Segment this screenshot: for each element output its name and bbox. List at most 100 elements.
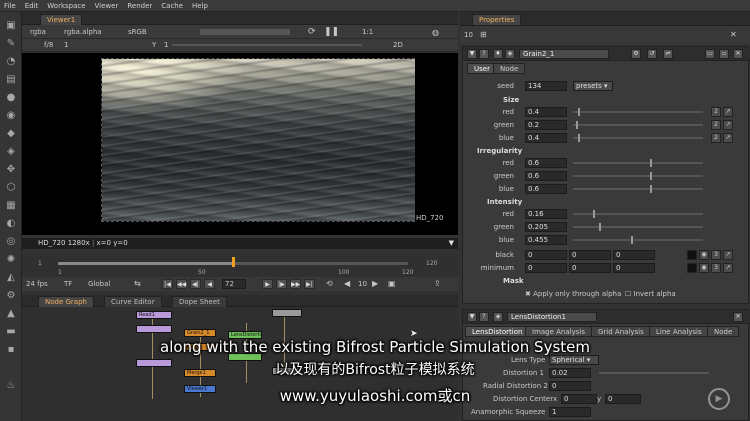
- minimum-r[interactable]: 0: [525, 263, 567, 273]
- size-red-anim-icon[interactable]: ↗: [723, 107, 733, 117]
- ocula-icon[interactable]: ▬: [4, 324, 18, 338]
- export-icon[interactable]: ⇪: [434, 279, 441, 288]
- minimum-channels[interactable]: 3: [711, 263, 721, 273]
- panel-min-icon[interactable]: ▫: [719, 49, 729, 59]
- in-out-icon[interactable]: ⇆: [134, 279, 141, 288]
- zoom-select[interactable]: 1:1: [362, 28, 373, 36]
- color-icon[interactable]: ●: [4, 90, 18, 104]
- 3d-icon[interactable]: ⬡: [4, 180, 18, 194]
- viewer-gain-slider[interactable]: [200, 29, 290, 35]
- lock-icon[interactable]: ◍: [432, 28, 439, 37]
- info-dropdown-icon[interactable]: ▼: [449, 238, 454, 249]
- panel-help-icon[interactable]: ?: [479, 49, 489, 59]
- tab-lens-distortion[interactable]: LensDistortion: [465, 326, 530, 337]
- intensity-green-slider-thumb[interactable]: [599, 223, 601, 231]
- irregularity-green-slider-thumb[interactable]: [650, 172, 652, 180]
- particles-icon[interactable]: ✺: [4, 252, 18, 266]
- deep-icon[interactable]: ◐: [4, 216, 18, 230]
- minimum-swatch[interactable]: [687, 263, 697, 273]
- lens-node-icon[interactable]: ◈: [493, 312, 503, 322]
- menu-viewer[interactable]: Viewer: [95, 2, 119, 10]
- colorspace-select[interactable]: sRGB: [128, 28, 147, 36]
- fps-field[interactable]: 24 fps: [26, 280, 48, 288]
- furnace-icon[interactable]: ▲: [4, 306, 18, 320]
- black-g[interactable]: 0: [569, 250, 611, 260]
- timeline[interactable]: 1 1 50 100 120 120: [22, 254, 458, 277]
- size-green-slider[interactable]: [573, 121, 703, 129]
- prev-key-icon[interactable]: ◀◀: [176, 279, 187, 289]
- intensity-green-slider[interactable]: [573, 223, 703, 231]
- node-gray[interactable]: [272, 309, 302, 317]
- size-blue-input[interactable]: 0.4: [525, 133, 567, 143]
- intensity-blue-slider-thumb[interactable]: [631, 236, 633, 244]
- prev-frame-icon[interactable]: ◀|: [190, 279, 201, 289]
- tab-image-analysis[interactable]: Image Analysis: [525, 326, 592, 337]
- tab-dope-sheet[interactable]: Dope Sheet: [172, 296, 227, 307]
- menu-help[interactable]: Help: [192, 2, 208, 10]
- menu-workspace[interactable]: Workspace: [47, 2, 85, 10]
- toolsets-icon[interactable]: ◭: [4, 270, 18, 284]
- channel-icon[interactable]: ▤: [4, 72, 18, 86]
- other-icon[interactable]: ⚙: [4, 288, 18, 302]
- menu-file[interactable]: File: [4, 2, 16, 10]
- expand-icon[interactable]: ⊞: [480, 30, 487, 39]
- grain-name-field[interactable]: Grain2_1: [519, 49, 609, 59]
- last-frame-icon[interactable]: ▶|: [304, 279, 315, 289]
- black-b[interactable]: 0: [613, 250, 655, 260]
- lens-name-field[interactable]: LensDistortion1: [507, 312, 597, 322]
- size-green-slider-thumb[interactable]: [576, 121, 578, 129]
- time-icon[interactable]: ◔: [4, 54, 18, 68]
- irregularity-blue-input[interactable]: 0.6: [525, 184, 567, 194]
- view-mode-select[interactable]: 2D: [393, 41, 403, 49]
- size-red-slider-thumb[interactable]: [578, 108, 580, 116]
- apply-alpha-checkbox[interactable]: ✖ Apply only through alpha: [525, 290, 621, 298]
- image-icon[interactable]: ▣: [4, 18, 18, 32]
- playhead[interactable]: [232, 257, 235, 267]
- panel-collapse-icon[interactable]: ▼: [467, 49, 477, 59]
- first-frame-icon[interactable]: |◀: [162, 279, 173, 289]
- size-blue-slider[interactable]: [573, 134, 703, 142]
- size-green-channels-button[interactable]: 2: [711, 120, 721, 130]
- timeline-end[interactable]: 120: [426, 260, 437, 267]
- metadata-icon[interactable]: ◎: [4, 234, 18, 248]
- size-red-channels-button[interactable]: 2: [711, 107, 721, 117]
- node-read-2[interactable]: [136, 325, 172, 333]
- minimum-b[interactable]: 0: [613, 263, 655, 273]
- pause-icon[interactable]: ❚❚: [324, 27, 339, 37]
- gamma-value[interactable]: 1: [164, 41, 168, 49]
- panel-count[interactable]: 10: [464, 31, 473, 39]
- flipbook-icon[interactable]: ▣: [388, 279, 396, 288]
- menu-cache[interactable]: Cache: [161, 2, 183, 10]
- play-icon[interactable]: ▶: [262, 279, 273, 289]
- black-swatch[interactable]: [687, 250, 697, 260]
- irregularity-red-input[interactable]: 0.6: [525, 158, 567, 168]
- panel-float-icon[interactable]: ▭: [705, 49, 715, 59]
- intensity-red-slider[interactable]: [573, 210, 703, 218]
- step-back-icon[interactable]: ◀: [344, 279, 350, 288]
- intensity-green-input[interactable]: 0.205: [525, 222, 567, 232]
- next-key-icon[interactable]: ▶▶: [290, 279, 301, 289]
- black-anim-icon[interactable]: ↗: [723, 250, 733, 260]
- tab-node[interactable]: Node: [493, 63, 526, 74]
- black-channels[interactable]: 3: [711, 250, 721, 260]
- panel-close-icon[interactable]: ✕: [733, 49, 743, 59]
- seed-input[interactable]: 134: [525, 81, 567, 91]
- clear-icon[interactable]: ✕: [730, 30, 737, 39]
- gain-value[interactable]: 1: [64, 41, 68, 49]
- panel-settings-icon[interactable]: ⚙: [631, 49, 641, 59]
- irregularity-blue-slider[interactable]: [573, 185, 703, 193]
- step-field[interactable]: 10: [358, 280, 367, 288]
- filter-icon[interactable]: ◉: [4, 108, 18, 122]
- minimum-picker-icon[interactable]: ◉: [699, 263, 709, 273]
- gamma-slider[interactable]: [172, 44, 362, 46]
- draw-icon[interactable]: ✎: [4, 36, 18, 50]
- panel-node-icon[interactable]: ◈: [505, 49, 515, 59]
- timeline-start[interactable]: 1: [38, 260, 42, 267]
- size-red-input[interactable]: 0.4: [525, 107, 567, 117]
- menu-render[interactable]: Render: [127, 2, 152, 10]
- fstop-label[interactable]: f/8: [44, 41, 53, 49]
- tf-select[interactable]: TF: [64, 280, 72, 288]
- size-blue-anim-icon[interactable]: ↗: [723, 133, 733, 143]
- lens-help-icon[interactable]: ?: [479, 312, 489, 322]
- tab-lens-node[interactable]: Node: [707, 326, 740, 337]
